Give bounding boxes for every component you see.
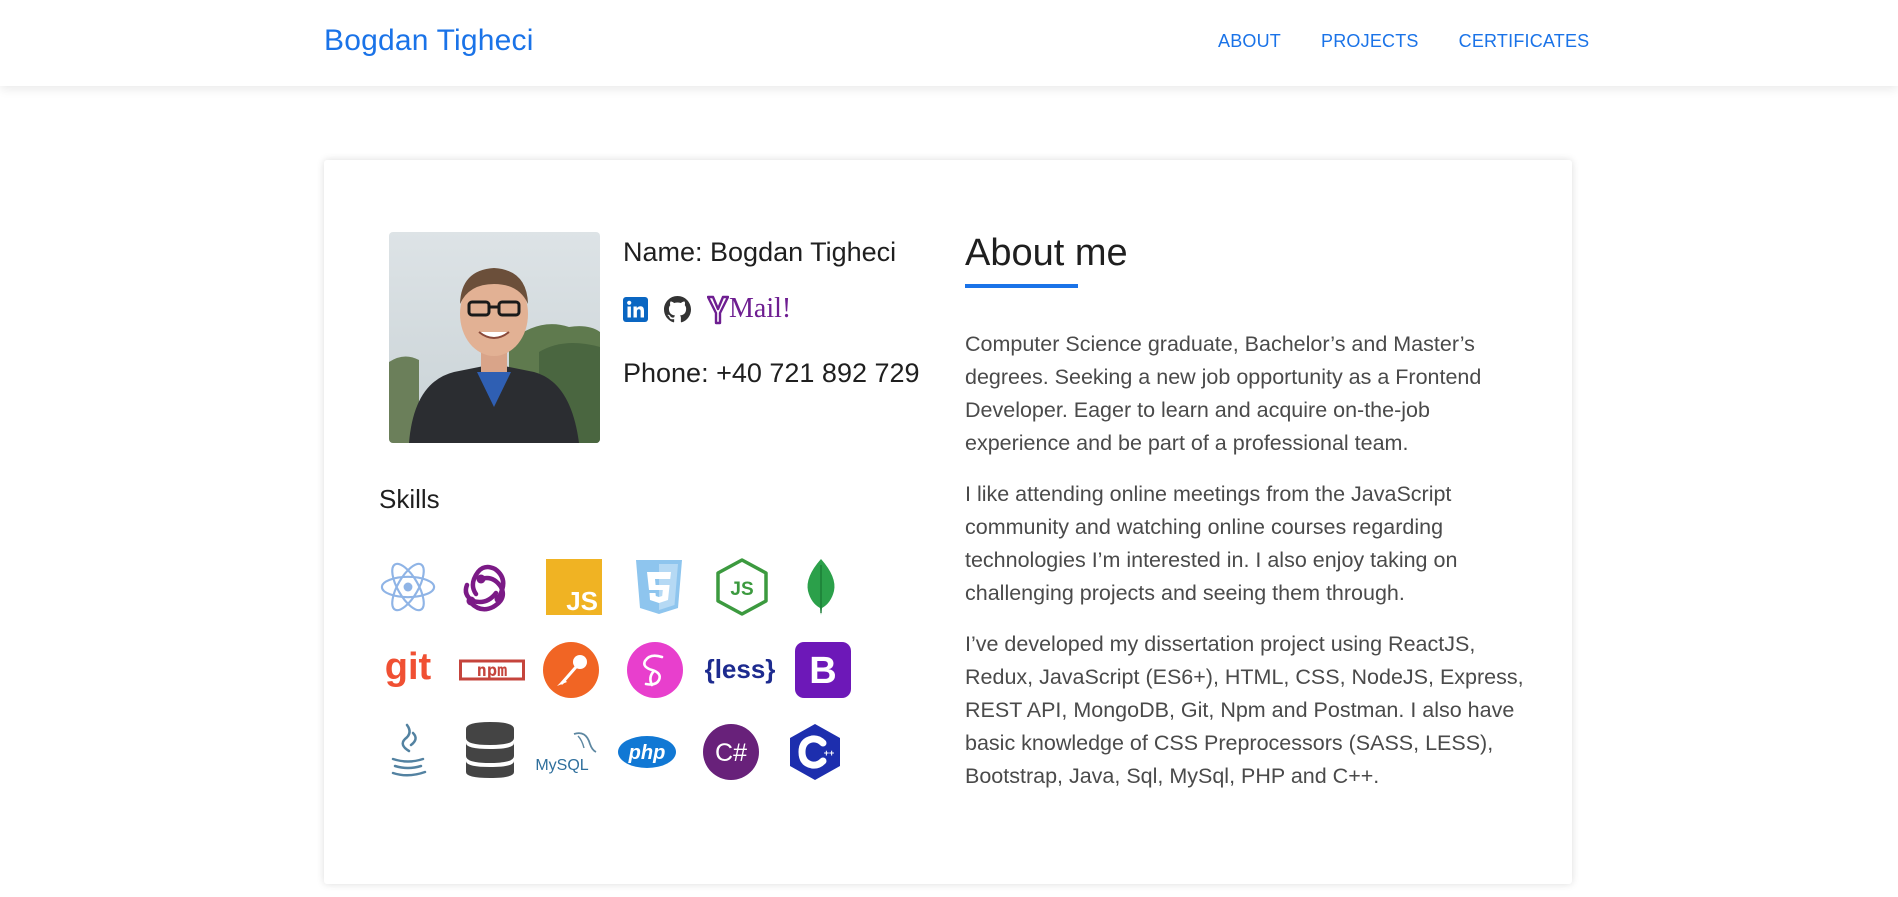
nav-link-projects[interactable]: PROJECTS	[1321, 31, 1419, 52]
php-icon: php	[617, 722, 677, 782]
svg-text:php: php	[628, 742, 666, 764]
svg-text:git: git	[385, 646, 432, 688]
about-paragraph: I’ve developed my dissertation project u…	[965, 632, 1524, 788]
mysql-icon: MySQL	[534, 722, 598, 782]
svg-text:JS: JS	[730, 579, 753, 600]
svg-text:JS: JS	[566, 586, 598, 615]
about-paragraph: I like attending online meetings from th…	[965, 482, 1458, 605]
redux-icon	[459, 557, 519, 617]
database-icon	[460, 720, 520, 780]
csharp-icon: C#	[701, 722, 761, 782]
css3-icon	[629, 557, 689, 617]
svg-text:B: B	[809, 650, 836, 692]
github-icon[interactable]	[664, 295, 691, 323]
svg-text:{less}: {less}	[705, 654, 776, 684]
bootstrap-icon: B	[793, 640, 853, 700]
skills-title: Skills	[379, 484, 440, 514]
profile-name: Name: Bogdan Tigheci	[623, 237, 897, 267]
svg-text:MySQL: MySQL	[535, 757, 588, 774]
svg-text:++: ++	[824, 748, 835, 758]
yahoo-y-icon	[707, 295, 729, 325]
navbar: Bogdan Tigheci ABOUT PROJECTS CERTIFICAT…	[0, 0, 1898, 86]
about-title-underline	[965, 284, 1078, 288]
about-title: About me	[965, 232, 1128, 274]
git-icon: git	[376, 640, 440, 700]
profile-phone: Phone: +40 721 892 729	[623, 358, 920, 388]
nav-link-certificates[interactable]: CERTIFICATES	[1459, 31, 1590, 52]
java-icon	[378, 722, 438, 782]
react-icon	[378, 557, 438, 617]
about-paragraph: Computer Science graduate, Bachelor’s an…	[965, 332, 1482, 455]
mail-logo-text: Mail!	[729, 293, 792, 324]
less-icon: {less}	[704, 640, 776, 700]
about-text: Computer Science graduate, Bachelor’s an…	[965, 328, 1525, 811]
sass-icon	[625, 640, 685, 700]
profile-photo	[389, 232, 600, 443]
linkedin-icon[interactable]	[623, 296, 648, 322]
about-card: Name: Bogdan Tigheci Mail! Phone: +40 72…	[324, 160, 1572, 884]
javascript-icon: JS	[544, 557, 604, 617]
brand-link[interactable]: Bogdan Tigheci	[324, 24, 534, 58]
social-links: Mail!	[623, 293, 807, 325]
svg-text:C#: C#	[715, 739, 747, 767]
cpp-icon: ++	[785, 722, 845, 782]
nav-link-about[interactable]: ABOUT	[1218, 31, 1281, 52]
nav-links: ABOUT PROJECTS CERTIFICATES	[1218, 31, 1629, 52]
postman-icon	[541, 640, 601, 700]
svg-text:npm: npm	[477, 661, 508, 681]
nodejs-icon: JS	[712, 557, 772, 617]
npm-icon: npm	[459, 640, 525, 700]
yahoo-mail-logo[interactable]: Mail!	[707, 293, 791, 325]
mongodb-icon	[791, 557, 851, 617]
